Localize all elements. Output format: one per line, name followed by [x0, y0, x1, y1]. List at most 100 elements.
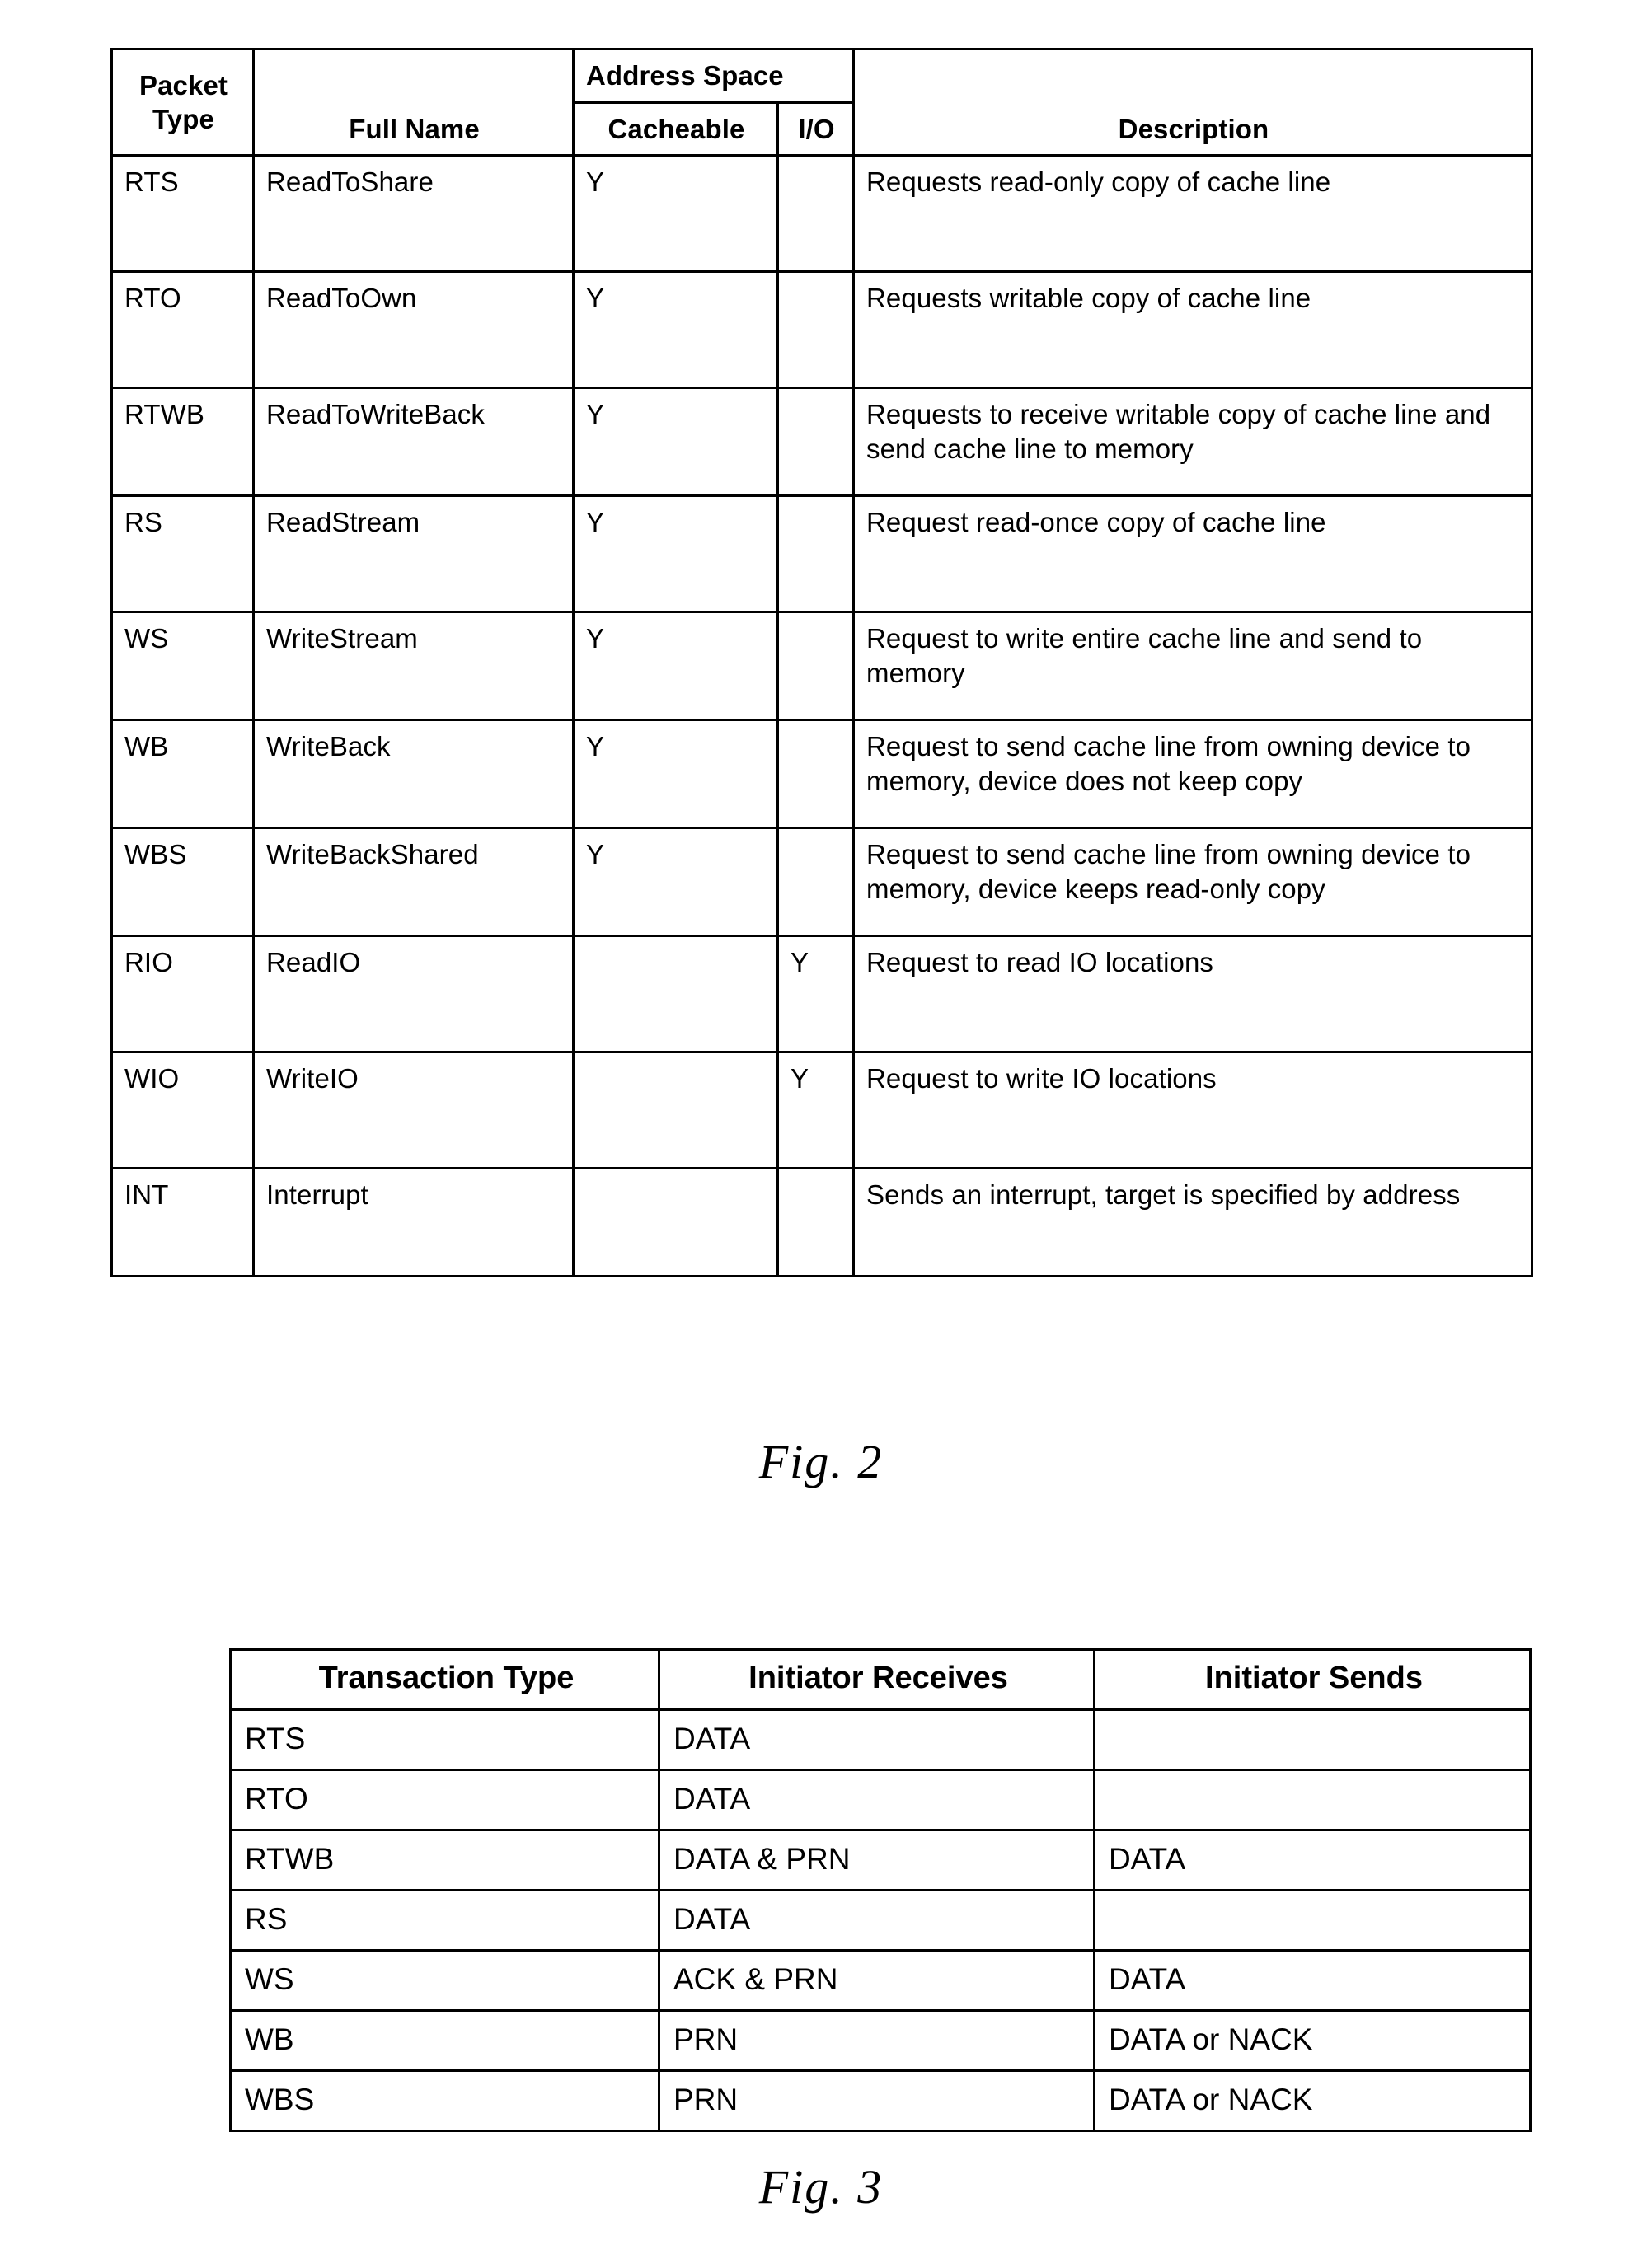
transaction-type-table: Transaction Type Initiator Receives Init…: [229, 1648, 1532, 2132]
cell-packet-type: RTWB: [110, 387, 255, 498]
cell-initiator-sends: [1093, 1769, 1532, 1831]
cell-io: Y: [776, 1051, 855, 1170]
cell-cacheable: Y: [572, 494, 779, 614]
cell-description: Request to send cache line from owning d…: [852, 719, 1533, 830]
cell-full-name: ReadIO: [252, 935, 575, 1054]
cell-description: Requests writable copy of cache line: [852, 270, 1533, 390]
cell-description: Request to read IO locations: [852, 935, 1533, 1054]
column-header-initiator-sends: Initiator Sends: [1093, 1648, 1532, 1711]
packet-type-line-2: Type: [152, 104, 214, 135]
cell-full-name: ReadStream: [252, 494, 575, 614]
table-row: WS ACK & PRN DATA: [229, 1949, 1532, 2012]
column-header-initiator-receives: Initiator Receives: [658, 1648, 1095, 1711]
table-row: RTO ReadToOwn Y Requests writable copy o…: [110, 270, 1533, 390]
cell-initiator-sends: DATA or NACK: [1093, 2069, 1532, 2132]
table-row: RS ReadStream Y Request read-once copy o…: [110, 494, 1533, 614]
cell-io: [776, 719, 855, 830]
cell-full-name: ReadToShare: [252, 154, 575, 274]
cell-cacheable: Y: [572, 387, 779, 498]
figure-2-table-container: Packet Type Full Name Address Space Desc…: [110, 47, 1533, 1278]
table-row: RTS DATA: [229, 1708, 1532, 1771]
cell-cacheable: [572, 1051, 779, 1170]
cell-io: [776, 611, 855, 722]
cell-full-name: WriteIO: [252, 1051, 575, 1170]
cell-full-name: Interrupt: [252, 1167, 575, 1278]
cell-io: [776, 154, 855, 274]
packet-type-line-1: Packet: [138, 69, 228, 101]
cell-full-name: WriteStream: [252, 611, 575, 722]
table-row: WB PRN DATA or NACK: [229, 2009, 1532, 2072]
cell-initiator-receives: PRN: [658, 2069, 1095, 2132]
cell-transaction-type: WB: [229, 2009, 660, 2072]
cell-transaction-type: WS: [229, 1949, 660, 2012]
cell-description: Requests read-only copy of cache line: [852, 154, 1533, 274]
cell-transaction-type: RTWB: [229, 1829, 660, 1891]
column-header-transaction-type: Transaction Type: [229, 1648, 660, 1711]
table-body: RTS DATA RTO DATA RTWB DATA & PRN DATA R…: [229, 1708, 1532, 2132]
cell-packet-type: WB: [110, 719, 255, 830]
cell-io: Y: [776, 935, 855, 1054]
cell-cacheable: [572, 935, 779, 1054]
table-row: WBS PRN DATA or NACK: [229, 2069, 1532, 2132]
packet-type-table: Packet Type Full Name Address Space Desc…: [110, 47, 1533, 1278]
table-row: RTWB DATA & PRN DATA: [229, 1829, 1532, 1891]
table-row: RS DATA: [229, 1889, 1532, 1952]
cell-packet-type: RIO: [110, 935, 255, 1054]
cell-transaction-type: RS: [229, 1889, 660, 1952]
cell-initiator-receives: DATA: [658, 1889, 1095, 1952]
table-row: WIO WriteIO Y Request to write IO locati…: [110, 1051, 1533, 1170]
figure-3-table-container: Transaction Type Initiator Receives Init…: [229, 1648, 1532, 2132]
cell-io: [776, 494, 855, 614]
cell-initiator-sends: DATA or NACK: [1093, 2009, 1532, 2072]
header-row-top: Packet Type Full Name Address Space Desc…: [110, 47, 1533, 157]
table-row: WS WriteStream Y Request to write entire…: [110, 611, 1533, 722]
cell-initiator-receives: DATA & PRN: [658, 1829, 1095, 1891]
cell-full-name: WriteBackShared: [252, 827, 575, 938]
cell-initiator-receives: DATA: [658, 1769, 1095, 1831]
cell-packet-type: WIO: [110, 1051, 255, 1170]
table-header: Transaction Type Initiator Receives Init…: [229, 1648, 1532, 1711]
cell-transaction-type: RTO: [229, 1769, 660, 1831]
cell-io: [776, 827, 855, 938]
cell-cacheable: [572, 1167, 779, 1278]
column-header-full-name: Full Name: [252, 47, 575, 157]
cell-packet-type: RS: [110, 494, 255, 614]
cell-cacheable: Y: [572, 611, 779, 722]
cell-cacheable: Y: [572, 154, 779, 274]
cell-packet-type: WBS: [110, 827, 255, 938]
figure-2-caption: Fig. 2: [758, 1435, 884, 1488]
cell-io: [776, 270, 855, 390]
cell-initiator-sends: [1093, 1889, 1532, 1952]
cell-full-name: ReadToOwn: [252, 270, 575, 390]
table-row: RTO DATA: [229, 1769, 1532, 1831]
cell-full-name: ReadToWriteBack: [252, 387, 575, 498]
cell-initiator-receives: PRN: [658, 2009, 1095, 2072]
cell-transaction-type: RTS: [229, 1708, 660, 1771]
table-header: Packet Type Full Name Address Space Desc…: [110, 47, 1533, 157]
cell-initiator-sends: DATA: [1093, 1949, 1532, 2012]
table-row: WB WriteBack Y Request to send cache lin…: [110, 719, 1533, 830]
cell-initiator-sends: [1093, 1708, 1532, 1771]
cell-cacheable: Y: [572, 270, 779, 390]
cell-packet-type: RTO: [110, 270, 255, 390]
column-header-address-space: Address Space: [572, 48, 855, 104]
cell-description: Request to write entire cache line and s…: [852, 611, 1533, 722]
table-body: RTS ReadToShare Y Requests read-only cop…: [110, 154, 1533, 1278]
column-header-description: Description: [852, 47, 1533, 157]
cell-io: [776, 1167, 855, 1278]
cell-description: Requests to receive writable copy of cac…: [852, 387, 1533, 498]
cell-description: Request to write IO locations: [852, 1051, 1533, 1170]
column-header-io: I/O: [776, 101, 855, 157]
column-header-cacheable: Cacheable: [572, 101, 779, 157]
cell-transaction-type: WBS: [229, 2069, 660, 2132]
cell-full-name: WriteBack: [252, 719, 575, 830]
figure-3-caption: Fig. 3: [758, 2160, 884, 2214]
cell-initiator-receives: ACK & PRN: [658, 1949, 1095, 2012]
cell-description: Sends an interrupt, target is specified …: [852, 1167, 1533, 1278]
cell-description: Request to send cache line from owning d…: [852, 827, 1533, 938]
table-row: RTS ReadToShare Y Requests read-only cop…: [110, 154, 1533, 274]
table-row: WBS WriteBackShared Y Request to send ca…: [110, 827, 1533, 938]
table-row: INT Interrupt Sends an interrupt, target…: [110, 1167, 1533, 1278]
header-row: Transaction Type Initiator Receives Init…: [229, 1648, 1532, 1711]
column-header-packet-type: Packet Type: [110, 47, 255, 157]
